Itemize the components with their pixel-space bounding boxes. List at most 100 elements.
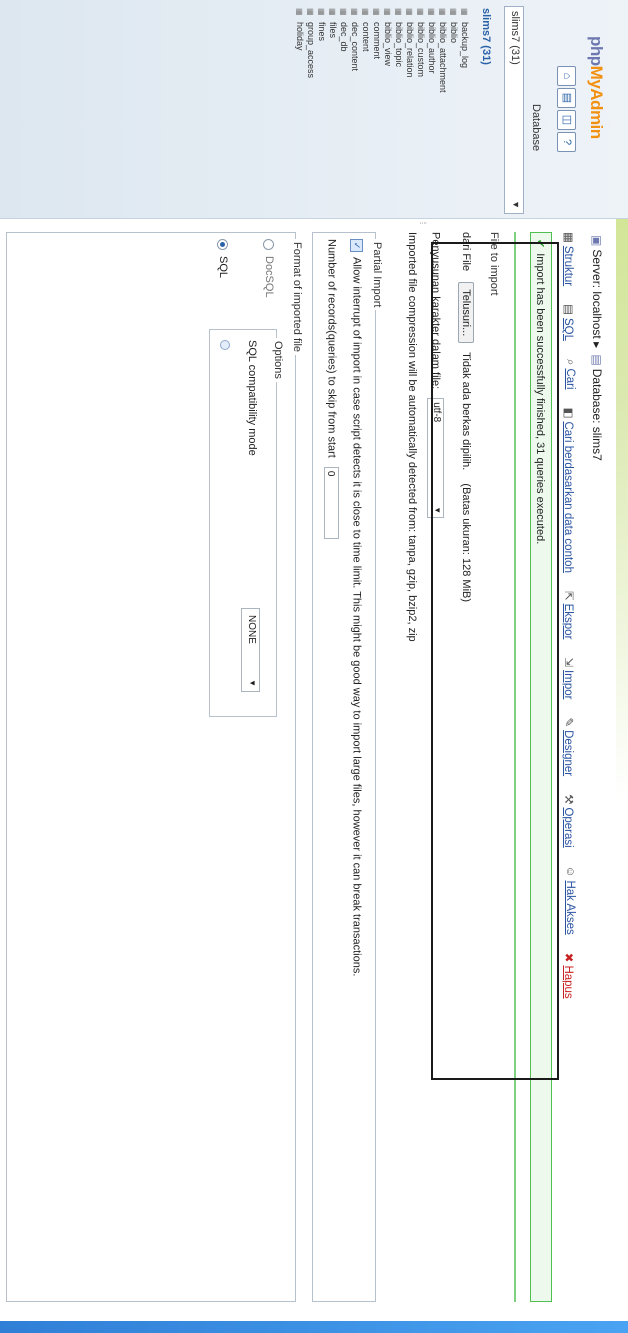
- export-icon: ⇱: [562, 590, 574, 601]
- table-icon: ▦: [317, 8, 326, 16]
- compat-mode-select[interactable]: NONE ▼: [241, 608, 260, 692]
- nav-icon-bar: ⌂ ▤ ◫ ?: [557, 66, 576, 152]
- file-to-import-heading: File to import: [488, 232, 500, 296]
- breadcrumb-server[interactable]: Server: localhost: [590, 249, 604, 338]
- tab-export[interactable]: ⇱Ekspor: [562, 591, 576, 639]
- tab-structure[interactable]: ▦Struktur: [562, 232, 576, 286]
- tab-privileges[interactable]: ☺Hak Akses: [562, 866, 576, 935]
- tab-sql[interactable]: ▤SQL: [562, 304, 576, 341]
- home-icon[interactable]: ⌂: [557, 66, 576, 86]
- database-icon: ▤: [590, 354, 604, 366]
- tab-drop[interactable]: ✖Hapus: [562, 953, 576, 999]
- table-list-item[interactable]: ▦biblio_relation: [404, 8, 415, 93]
- database-select[interactable]: slims7 (31) ▼: [504, 6, 524, 214]
- table-list-item[interactable]: ▦fines: [316, 8, 327, 93]
- tab-search[interactable]: ⌕Cari: [562, 359, 576, 390]
- compression-note: Imported file compression will be automa…: [406, 232, 418, 642]
- format-fieldset: Format of imported file DocSQL SQL Optio…: [6, 232, 303, 1302]
- docs-icon[interactable]: ?: [557, 132, 576, 152]
- chevron-down-icon: ▼: [511, 200, 521, 209]
- tab-operations[interactable]: ⚒Operasi: [562, 794, 576, 848]
- table-list-item[interactable]: ▦biblio_attachment: [437, 8, 448, 93]
- notice-divider: [514, 232, 516, 1302]
- table-list-item[interactable]: ▦comment: [371, 8, 382, 93]
- left-navigation-panel: phpMyAdmin ⌂ ▤ ◫ ? Database slims7 (31) …: [0, 0, 628, 219]
- breadcrumb-database[interactable]: Database: slims7: [590, 369, 604, 461]
- table-icon: ▦: [460, 8, 469, 16]
- table-list-item[interactable]: ▦biblio: [448, 8, 459, 93]
- format-option-sql[interactable]: SQL: [217, 239, 229, 278]
- checkmark-icon: ✔: [534, 239, 546, 249]
- table-icon: ▦: [328, 8, 337, 16]
- docsql-radio[interactable]: [263, 239, 275, 250]
- sql-window-icon[interactable]: ▤: [557, 88, 576, 108]
- table-icon: ▦: [372, 8, 381, 16]
- table-icon: ▦: [295, 8, 304, 16]
- table-icon: ▦: [438, 8, 447, 16]
- breadcrumb-separator-icon: ▸: [590, 342, 604, 352]
- table-list-item[interactable]: ▦dec_content: [349, 8, 360, 93]
- import-icon: ⇲: [562, 657, 574, 668]
- table-list-item[interactable]: ▦biblio_author: [426, 8, 437, 93]
- table-icon: ▦: [350, 8, 359, 16]
- charset-row: Penyusunan karakter dalam file: utf-8 ▼: [427, 232, 444, 519]
- browse-button[interactable]: Telusuri...: [458, 282, 474, 344]
- table-icon: ▦: [416, 8, 425, 16]
- table-list-item[interactable]: ▦content: [360, 8, 371, 93]
- phpmyadmin-logo[interactable]: phpMyAdmin: [586, 36, 606, 139]
- success-notice: ✔Import has been successfully finished, …: [530, 232, 552, 1302]
- allow-interrupt-checkbox[interactable]: ✓: [350, 239, 363, 252]
- tab-bar: ▦Struktur ▤SQL ⌕Cari ◧Cari berdasarkan d…: [562, 232, 576, 999]
- sql-icon: ▤: [562, 304, 574, 316]
- charset-select[interactable]: utf-8 ▼: [427, 398, 444, 519]
- structure-icon: ▦: [562, 232, 574, 243]
- table-icon: ▦: [427, 8, 436, 16]
- designer-icon: ✎: [562, 717, 574, 728]
- table-list: ▦backup_log ▦biblio ▦biblio_attachment ▦…: [294, 8, 470, 93]
- panel-resize-handle[interactable]: ⁞: [0, 218, 628, 228]
- tab-designer[interactable]: ✎Designer: [562, 717, 576, 776]
- table-icon: ▦: [306, 8, 315, 16]
- chevron-down-icon: ▼: [248, 679, 257, 687]
- allow-interrupt-row: ✓Allow interrupt of import in case scrip…: [350, 239, 363, 976]
- table-icon: ▦: [339, 8, 348, 16]
- table-list-item[interactable]: ▦dec_db: [338, 8, 349, 93]
- max-size-text: (Batas ukuran: 128 MiB): [460, 483, 472, 603]
- main-content: ▣ Server: localhost ▸ ▤ Database: slims7 ▦…: [4, 232, 614, 1312]
- current-database-link[interactable]: slims7 (31): [480, 8, 492, 65]
- skip-queries-input[interactable]: 0: [324, 466, 339, 539]
- format-option-docsql[interactable]: DocSQL: [263, 239, 275, 298]
- table-list-item[interactable]: ▦biblio_custom: [415, 8, 426, 93]
- table-icon: ▦: [383, 8, 392, 16]
- delete-icon: ✖: [562, 952, 574, 963]
- table-list-item[interactable]: ▦biblio_view: [382, 8, 393, 93]
- database-label: Database: [530, 104, 542, 152]
- table-list-item[interactable]: ▦holiday: [294, 8, 305, 93]
- page-canvas: phpMyAdmin ⌂ ▤ ◫ ? Database slims7 (31) …: [0, 0, 628, 1333]
- options-legend: Options: [272, 338, 284, 382]
- search-icon: ⌕: [564, 359, 576, 366]
- breadcrumb: ▣ Server: localhost ▸ ▤ Database: slims7: [590, 232, 604, 461]
- tab-query-by-example[interactable]: ◧Cari berdasarkan data contoh: [562, 408, 576, 573]
- tab-import[interactable]: ⇲Impor: [562, 657, 576, 699]
- file-picker-row: dari File Telusuri... Tidak ada berkas d…: [458, 232, 474, 603]
- options-fieldset: Options SQL compatibility mode NONE ▼: [209, 329, 284, 717]
- table-list-item[interactable]: ▦group_access: [305, 8, 316, 93]
- table-icon: ▦: [361, 8, 370, 16]
- table-list-item[interactable]: ▦backup_log: [459, 8, 470, 93]
- query-icon[interactable]: ◫: [557, 110, 576, 130]
- query-icon: ◧: [562, 407, 574, 419]
- table-icon: ▦: [394, 8, 403, 16]
- compat-mode-label: SQL compatibility mode: [246, 340, 258, 456]
- server-icon: ▣: [590, 235, 604, 247]
- window-edge-band: [0, 1321, 628, 1333]
- chevron-down-icon: ▼: [433, 506, 442, 515]
- info-icon: [220, 340, 230, 350]
- table-list-item[interactable]: ▦files: [327, 8, 338, 93]
- format-legend: Format of imported file: [291, 239, 303, 356]
- wrench-icon: ⚒: [562, 794, 574, 805]
- no-file-text: Tidak ada berkas dipilih.: [460, 352, 472, 471]
- partial-import-legend: Partial Import: [371, 239, 383, 311]
- table-list-item[interactable]: ▦biblio_topic: [393, 8, 404, 93]
- sql-radio[interactable]: [217, 239, 229, 250]
